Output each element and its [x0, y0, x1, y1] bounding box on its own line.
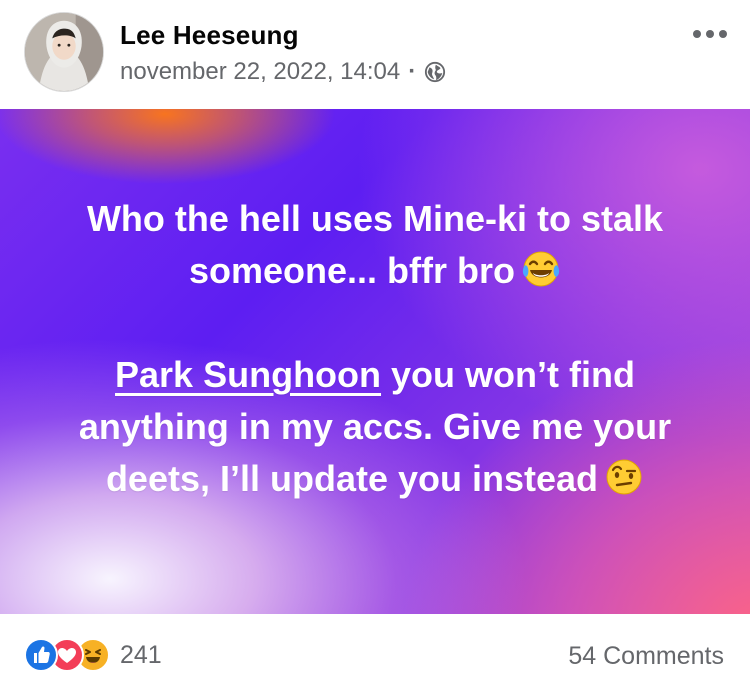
more-options-button[interactable] — [690, 22, 730, 46]
globe-icon[interactable] — [424, 61, 446, 83]
post-timestamp[interactable]: november 22, 2022, 14:04 — [120, 58, 400, 86]
post-header: Lee Heeseung november 22, 2022, 14:04 · — [0, 0, 750, 109]
mention-link[interactable]: Park Sunghoon — [115, 354, 381, 395]
post-card: Lee Heeseung november 22, 2022, 14:04 · … — [0, 0, 750, 690]
more-options-icon — [693, 30, 701, 38]
post-text-paragraph-1: Who the hell uses Mine-ki to stalk someo… — [40, 193, 710, 297]
reaction-count[interactable]: 241 — [120, 641, 162, 670]
more-options-icon-dot — [719, 30, 727, 38]
more-options-icon-dot — [706, 30, 714, 38]
like-icon — [24, 638, 58, 672]
post-footer: 241 54 Comments — [0, 614, 750, 690]
post-text-line-1: Who the hell uses Mine-ki to stalk someo… — [86, 198, 664, 291]
face-with-raised-eyebrow-icon — [606, 459, 642, 495]
meta-separator: · — [408, 58, 417, 85]
reactions-summary[interactable]: 241 — [24, 638, 162, 672]
author-name[interactable]: Lee Heeseung — [120, 20, 299, 51]
post-meta: november 22, 2022, 14:04 · — [120, 58, 446, 86]
post-text-paragraph-2: Park Sunghoon you won’t find anything in… — [40, 349, 710, 505]
colored-background-post: Who the hell uses Mine-ki to stalk someo… — [0, 109, 750, 614]
comments-count-link[interactable]: 54 Comments — [568, 642, 724, 671]
avatar-image — [25, 13, 103, 91]
avatar[interactable] — [24, 12, 104, 92]
face-with-tears-of-joy-icon — [522, 251, 560, 287]
